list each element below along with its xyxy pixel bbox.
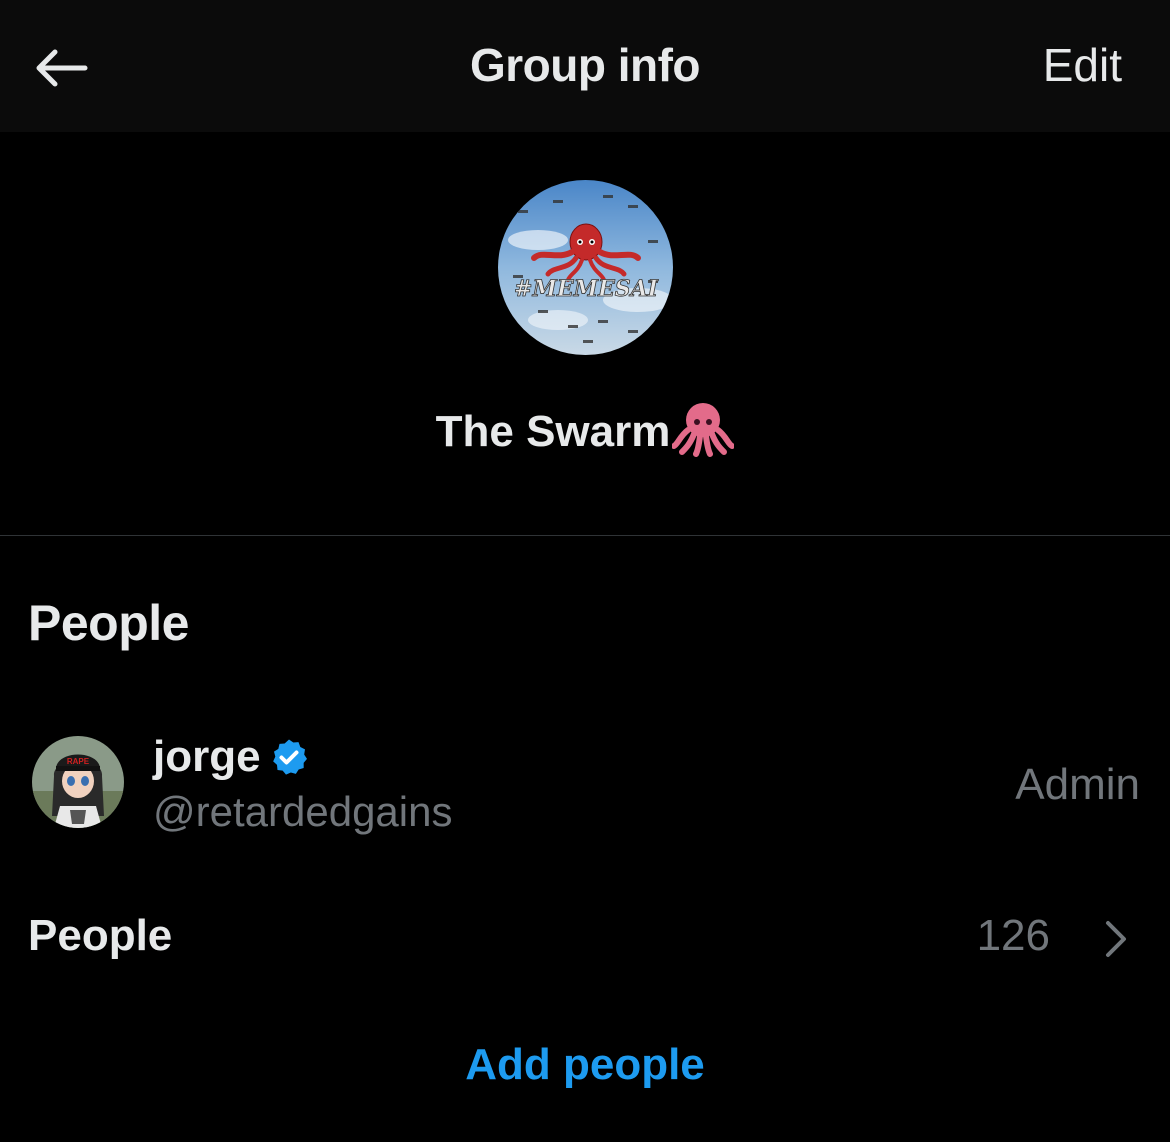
add-people-button[interactable]: Add people xyxy=(0,1040,1170,1090)
octopus-avatar-image: #MEMESAI xyxy=(498,180,673,355)
member-role-badge: Admin xyxy=(1015,760,1140,809)
verified-badge-icon xyxy=(269,737,309,788)
people-row-label: People xyxy=(28,911,173,960)
top-bar: Group info Edit xyxy=(0,0,1170,132)
edit-button[interactable]: Edit xyxy=(1043,38,1122,92)
group-avatar[interactable]: #MEMESAI xyxy=(498,180,673,355)
group-name: The Swarm xyxy=(0,400,1170,469)
user-avatar-image: RAPE xyxy=(32,736,124,828)
member-name: jorge xyxy=(153,732,309,788)
page-title: Group info xyxy=(469,39,701,91)
octopus-emoji-icon xyxy=(671,400,736,469)
people-section-title: People xyxy=(28,595,189,651)
people-count: 126 xyxy=(976,911,1050,960)
member-handle: @retardedgains xyxy=(153,788,453,835)
svg-text:#MEMESAI: #MEMESAI xyxy=(514,276,659,302)
section-divider xyxy=(0,535,1170,536)
svg-text:RAPE: RAPE xyxy=(67,757,90,766)
member-row[interactable]: RAPE jorge @retardedgains Admin xyxy=(0,720,1170,850)
member-name-text: jorge xyxy=(153,732,261,781)
avatar: RAPE xyxy=(32,736,124,828)
people-list-row[interactable]: People 126 xyxy=(0,895,1170,979)
group-name-text: The Swarm xyxy=(435,407,671,456)
chevron-right-icon xyxy=(1102,917,1130,966)
